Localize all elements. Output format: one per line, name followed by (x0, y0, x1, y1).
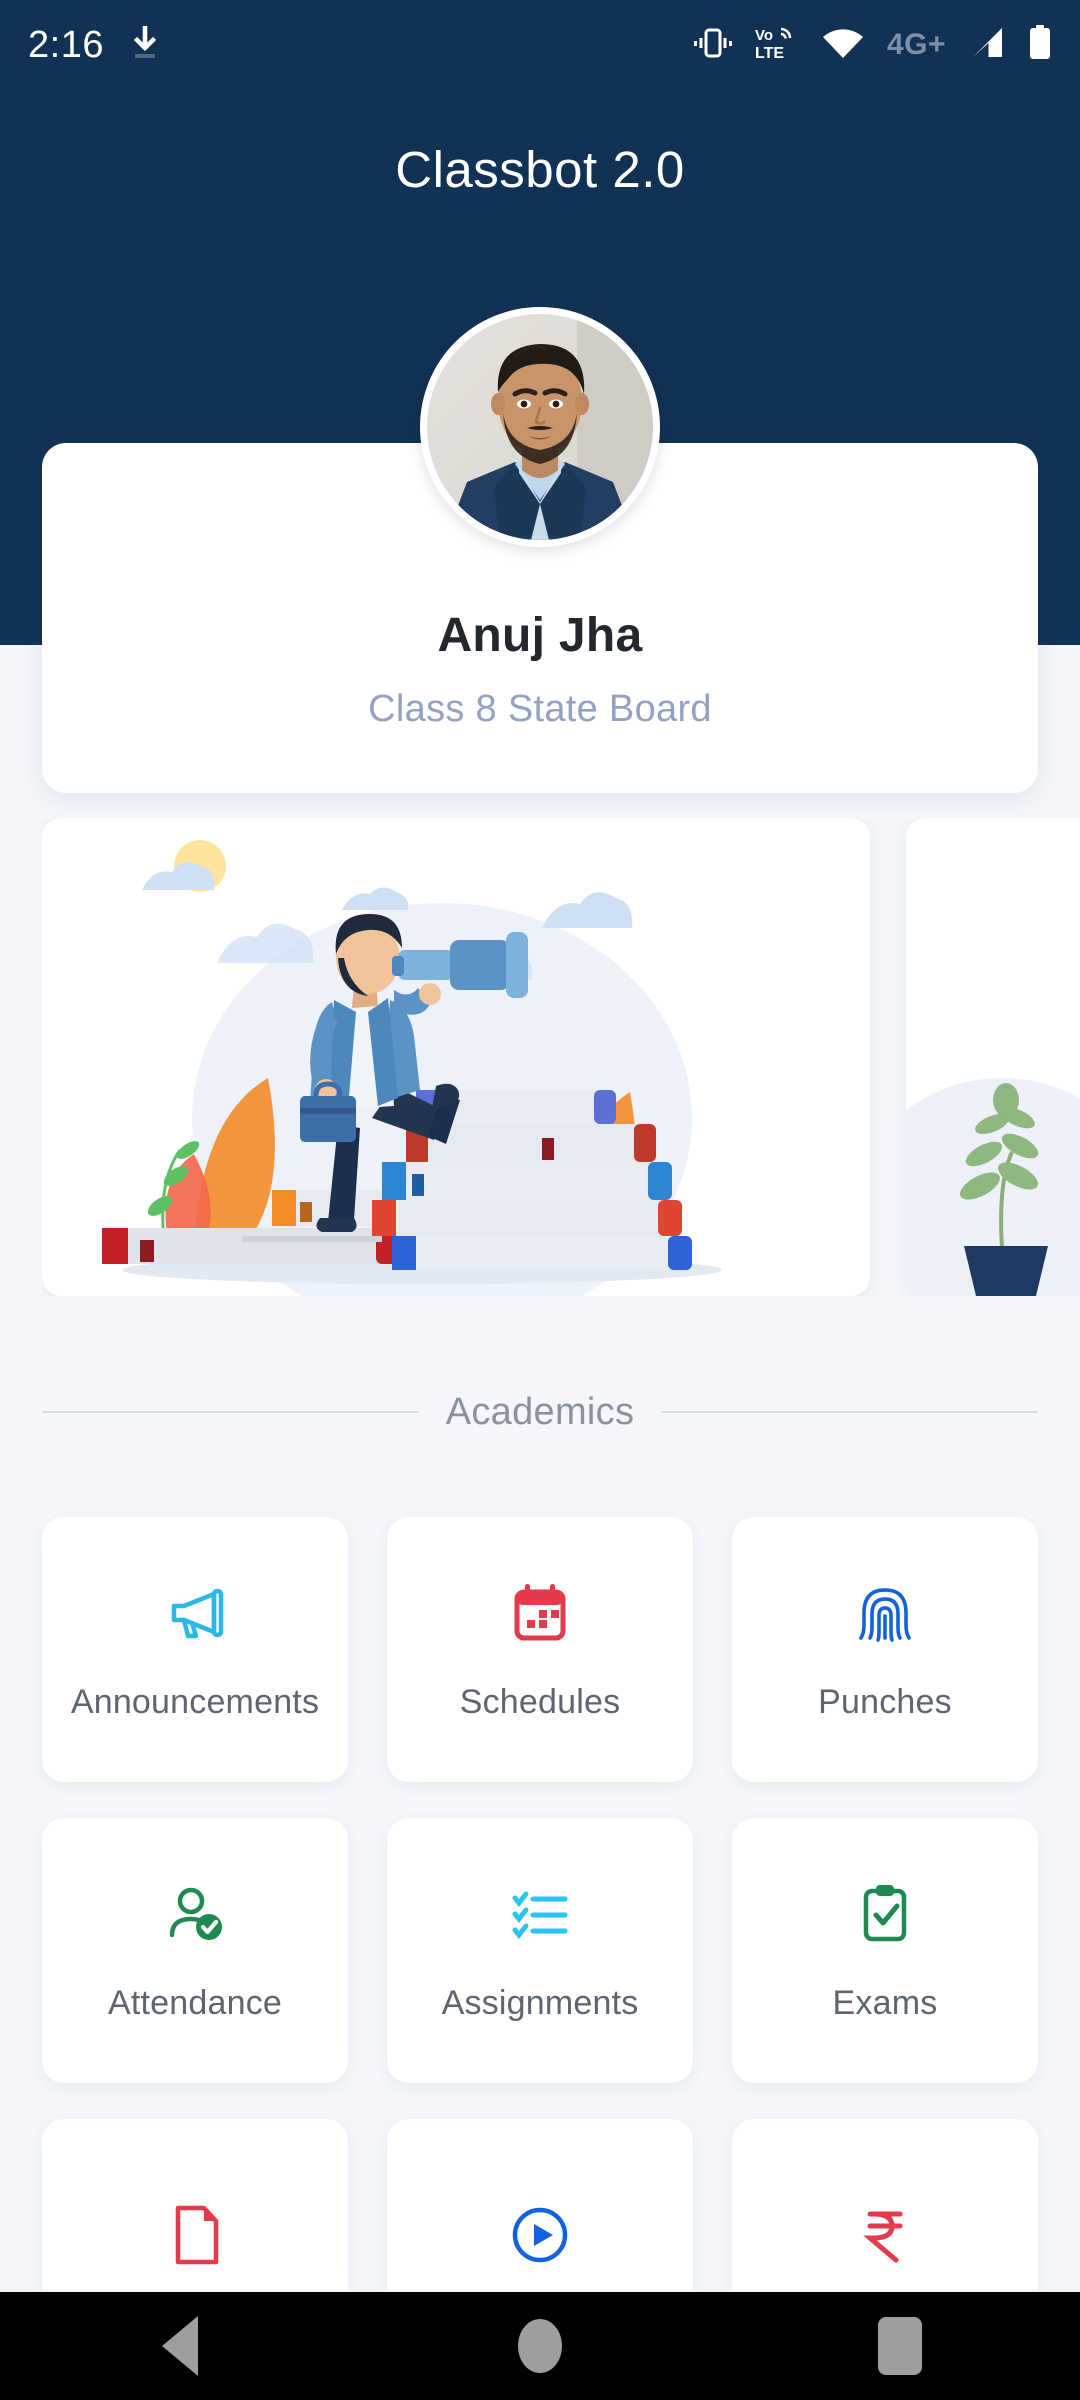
banner-carousel[interactable] (42, 818, 1080, 1296)
status-bar-clock: 2:16 (28, 23, 104, 66)
banner-slide-1[interactable] (42, 818, 870, 1296)
svg-text:Vo: Vo (755, 27, 773, 44)
app-screen: 2:16 Vo LTE 4G+ Classbot 2.0 Anuj Jha Cl… (0, 0, 1080, 2400)
wifi-icon (821, 26, 865, 65)
vibrate-icon (693, 26, 733, 65)
clipboard-check-icon (849, 1878, 921, 1950)
tile-label: Punches (818, 1683, 952, 1721)
volte-icon: Vo LTE (755, 25, 799, 66)
recents-button[interactable] (840, 2292, 960, 2400)
battery-icon (1028, 24, 1052, 66)
academics-grid: Announcements Schedules Punches Attendan… (42, 1517, 1038, 2384)
tile-punches[interactable]: Punches (732, 1517, 1038, 1782)
back-button[interactable] (120, 2292, 240, 2400)
play-circle-icon (504, 2199, 576, 2271)
pdf-document-icon (159, 2199, 231, 2271)
tile-label: Attendance (107, 1984, 283, 2022)
tile-label: Assignments (441, 1984, 639, 2022)
tile-schedules[interactable]: Schedules (387, 1517, 693, 1782)
signal-bars-icon (968, 26, 1006, 65)
download-icon (130, 25, 160, 65)
person-check-icon (159, 1878, 231, 1950)
4g-plus-label: 4G+ (886, 28, 946, 61)
divider-line-right (662, 1411, 1039, 1413)
megaphone-icon (159, 1577, 231, 1649)
fingerprint-icon (849, 1577, 921, 1649)
avatar-image (427, 314, 653, 540)
calendar-icon (504, 1577, 576, 1649)
checklist-icon (504, 1878, 576, 1950)
home-circle-icon (518, 2319, 562, 2373)
status-bar-right: Vo LTE 4G+ (693, 24, 1052, 66)
tile-label: Announcements (70, 1683, 320, 1721)
academics-section-divider: Academics (42, 1380, 1039, 1444)
status-bar: 2:16 Vo LTE 4G+ (0, 0, 1080, 90)
svg-text:LTE: LTE (755, 45, 784, 61)
back-triangle-icon (162, 2316, 198, 2376)
page-title: Classbot 2.0 (395, 141, 685, 198)
section-title-academics: Academics (445, 1390, 635, 1433)
tile-announcements[interactable]: Announcements (42, 1517, 348, 1782)
tile-assignments[interactable]: Assignments (387, 1818, 693, 2083)
tile-label: Schedules (459, 1683, 621, 1721)
profile-subtitle: Class 8 State Board (368, 688, 712, 730)
avatar[interactable] (420, 307, 660, 547)
home-button[interactable] (480, 2292, 600, 2400)
recents-square-icon (878, 2317, 922, 2375)
profile-name: Anuj Jha (437, 609, 643, 662)
rupee-icon (849, 2199, 921, 2271)
android-navigation-bar (0, 2292, 1080, 2400)
status-bar-left: 2:16 (28, 24, 160, 67)
divider-line-left (42, 1411, 418, 1413)
tile-attendance[interactable]: Attendance (42, 1818, 348, 2083)
banner-slide-2[interactable] (906, 818, 1080, 1296)
tile-exams[interactable]: Exams (732, 1818, 1038, 2083)
man-with-telescope-on-books-illustration (42, 818, 870, 1296)
potted-plant-illustration (906, 818, 1080, 1296)
tile-label: Exams (832, 1984, 938, 2022)
